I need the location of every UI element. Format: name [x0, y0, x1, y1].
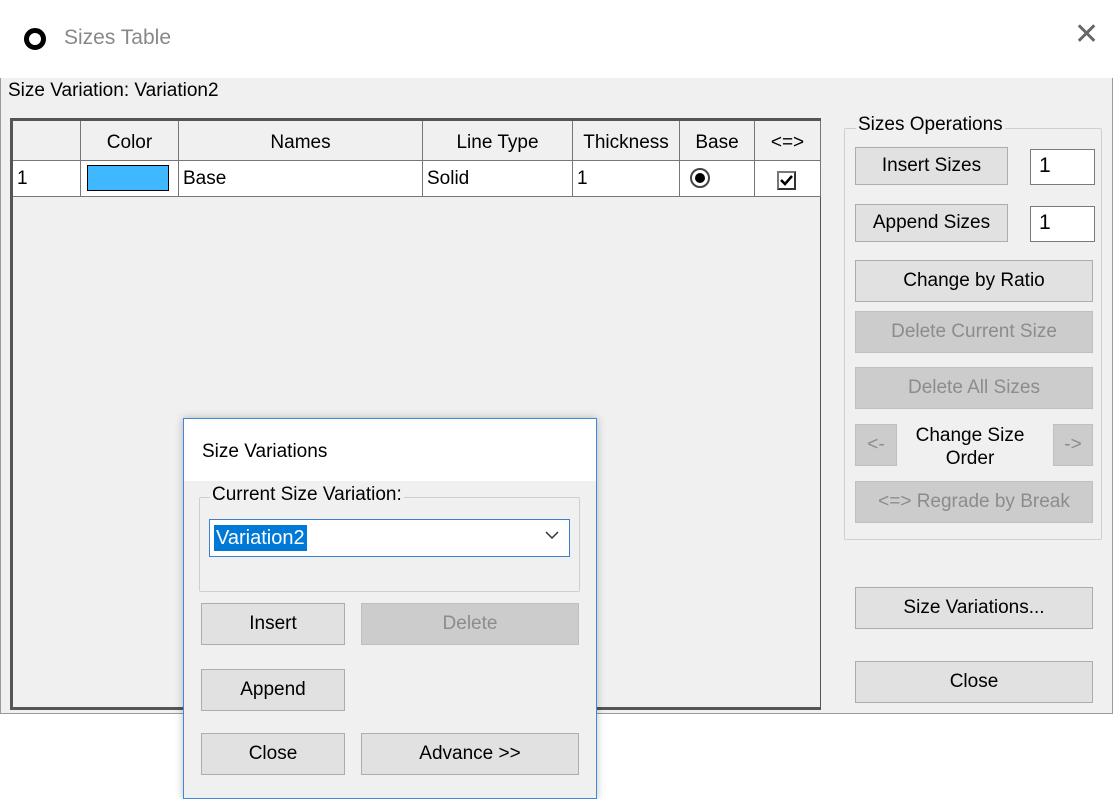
app-icon: [24, 28, 46, 50]
size-variations-button[interactable]: Size Variations...: [855, 587, 1093, 629]
column-header-thickness[interactable]: Thickness: [573, 121, 680, 161]
delete-current-size-button[interactable]: Delete Current Size: [855, 311, 1093, 353]
close-icon[interactable]: ✕: [1074, 20, 1099, 50]
insert-sizes-count-input[interactable]: 1: [1030, 149, 1095, 185]
thickness-cell[interactable]: 1: [573, 161, 680, 197]
change-size-order-label: Change Size Order: [915, 425, 1025, 469]
size-variation-select[interactable]: Variation2: [209, 519, 570, 557]
column-header-line-type[interactable]: Line Type: [423, 121, 573, 161]
row-number[interactable]: 1: [13, 161, 81, 197]
regrade-checkbox[interactable]: [777, 171, 796, 190]
header-corner: [13, 121, 81, 161]
column-header-names[interactable]: Names: [179, 121, 423, 161]
dialog-delete-button[interactable]: Delete: [361, 603, 579, 645]
regrade-by-break-button[interactable]: <=> Regrade by Break: [855, 481, 1093, 523]
dialog-append-button[interactable]: Append: [201, 669, 345, 711]
name-cell[interactable]: Base: [179, 161, 423, 197]
color-cell[interactable]: [81, 161, 179, 197]
size-variations-dialog: Size Variations Current Size Variation: …: [183, 418, 597, 799]
line-type-cell[interactable]: Solid: [423, 161, 573, 197]
size-variation-label: Size Variation: Variation2: [8, 80, 219, 101]
dialog-advance-button[interactable]: Advance >>: [361, 733, 579, 775]
order-prev-button[interactable]: <-: [855, 424, 897, 466]
sizes-operations-legend: Sizes Operations: [856, 114, 1005, 136]
selected-variation-text: Variation2: [214, 525, 307, 551]
dialog-insert-button[interactable]: Insert: [201, 603, 345, 645]
column-header-regrade[interactable]: <=>: [755, 121, 821, 161]
insert-sizes-button[interactable]: Insert Sizes: [855, 147, 1008, 185]
append-sizes-count-input[interactable]: 1: [1030, 206, 1095, 242]
base-cell[interactable]: [680, 161, 755, 197]
order-next-button[interactable]: ->: [1053, 424, 1093, 466]
dialog-close-button[interactable]: Close: [201, 733, 345, 775]
close-button[interactable]: Close: [855, 661, 1093, 703]
column-header-color[interactable]: Color: [81, 121, 179, 161]
current-size-variation-legend: Current Size Variation:: [210, 484, 404, 506]
color-swatch[interactable]: [87, 165, 169, 191]
dialog-title: Size Variations: [202, 441, 328, 462]
radio-dot-icon: [695, 173, 705, 183]
chevron-down-icon[interactable]: [544, 526, 560, 549]
base-radio[interactable]: [690, 168, 710, 188]
window-title: Sizes Table: [64, 26, 172, 49]
column-header-base[interactable]: Base: [680, 121, 755, 161]
append-sizes-button[interactable]: Append Sizes: [855, 204, 1008, 242]
delete-all-sizes-button[interactable]: Delete All Sizes: [855, 367, 1093, 409]
regrade-cell[interactable]: [755, 161, 821, 197]
change-by-ratio-button[interactable]: Change by Ratio: [855, 260, 1093, 302]
checkmark-icon: [780, 175, 793, 186]
